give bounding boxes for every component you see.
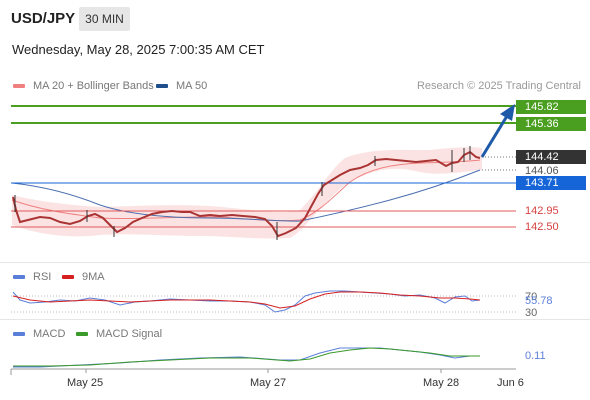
price-chart bbox=[10, 104, 516, 375]
x-label: Jun 6 bbox=[497, 377, 524, 389]
support2-value: 142.50 bbox=[525, 221, 559, 233]
legend-rsi-ma: 9MA bbox=[62, 271, 105, 283]
legend-swatch bbox=[76, 332, 88, 336]
last-price-tag: 144.42 bbox=[516, 150, 586, 164]
legend-swatch bbox=[62, 275, 74, 279]
pivot-tag: 143.71 bbox=[516, 176, 586, 190]
rsi-level-low-label: 30 bbox=[525, 307, 538, 319]
support1-value: 142.95 bbox=[525, 205, 559, 217]
legend-macd-signal: MACD Signal bbox=[76, 328, 162, 340]
legend-swatch bbox=[13, 275, 25, 279]
legend-swatch bbox=[13, 332, 25, 336]
legend-macd: MACD bbox=[13, 328, 65, 340]
target1-tag: 145.36 bbox=[516, 117, 586, 131]
legend-label: MACD bbox=[33, 328, 66, 340]
legend-label: MACD Signal bbox=[96, 328, 163, 340]
rsi-ma-line bbox=[12, 291, 481, 309]
target2-tag: 145.82 bbox=[516, 100, 586, 114]
legend-label: RSI bbox=[33, 271, 52, 283]
macd-value: 0.11 bbox=[525, 350, 546, 362]
panel-divider bbox=[0, 262, 590, 263]
legend-rsi: RSI bbox=[13, 271, 51, 283]
x-label: May 25 bbox=[67, 377, 104, 389]
panel-divider bbox=[0, 319, 590, 320]
x-label: May 27 bbox=[250, 377, 287, 389]
x-label: May 28 bbox=[423, 377, 460, 389]
legend-label: 9MA bbox=[82, 271, 105, 283]
x-axis-ticks bbox=[10, 369, 442, 375]
